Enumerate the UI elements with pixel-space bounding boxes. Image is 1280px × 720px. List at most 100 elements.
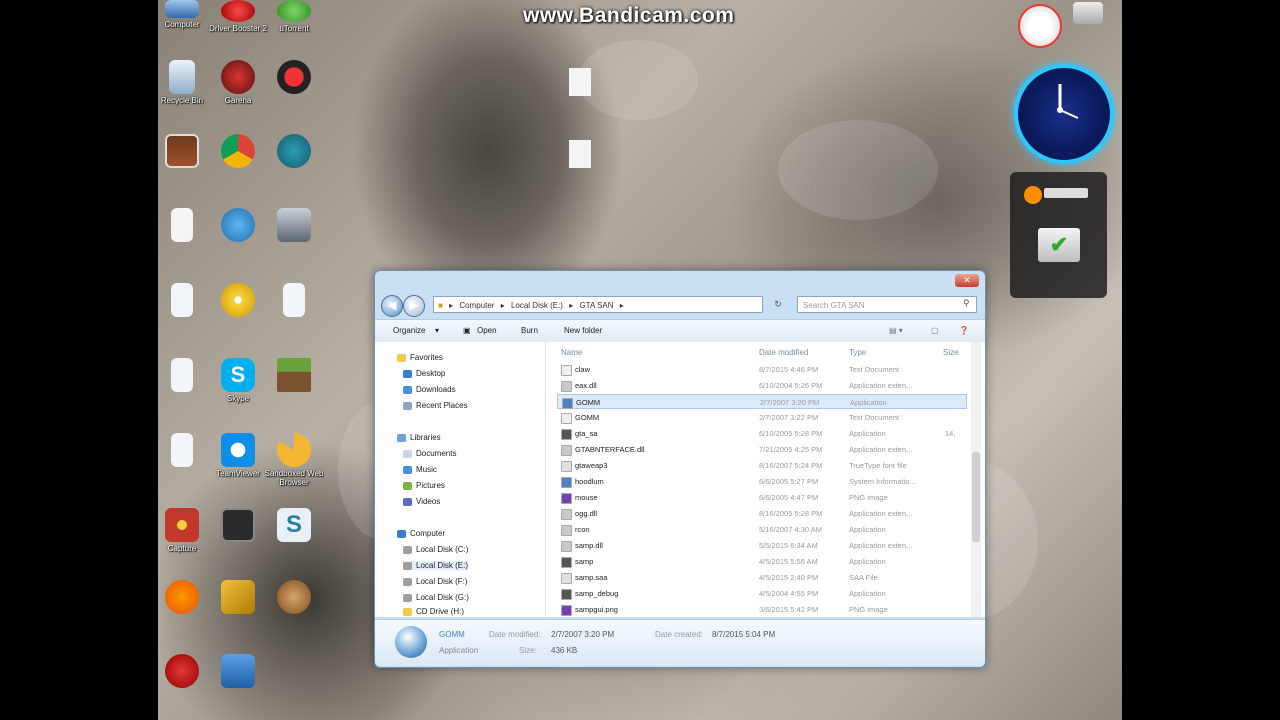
new-folder-button[interactable]: New folder — [564, 326, 602, 335]
nav-music[interactable]: Music — [403, 465, 437, 474]
nav-downloads[interactable]: Downloads — [403, 385, 456, 394]
column-header-name[interactable]: Name — [561, 348, 582, 357]
column-header-date[interactable]: Date modified — [759, 348, 808, 357]
nav-desktop[interactable]: Desktop — [403, 369, 445, 378]
forward-button[interactable]: ▶ — [403, 295, 425, 317]
desktop-icon-label — [152, 690, 212, 708]
close-button[interactable]: ✕ — [955, 274, 979, 287]
desktop-icon-tools[interactable] — [208, 580, 268, 634]
blank-icon[interactable] — [569, 140, 591, 168]
file-date: 6/10/2004 5:26 PM — [759, 381, 823, 390]
clock-gadget[interactable] — [1014, 64, 1114, 164]
file-row[interactable]: samp.dll 5/5/2015 6:34 AM Application exte… — [557, 538, 967, 553]
desktop-icon-capture[interactable]: Capture — [152, 508, 212, 562]
details-created-value: 8/7/2015 5:04 PM — [712, 630, 776, 639]
desktop-icon-gear-app[interactable] — [264, 134, 324, 188]
desktop-icon-ccleaner[interactable] — [152, 654, 212, 708]
nav-libraries[interactable]: Libraries — [397, 433, 441, 442]
breadcrumb-folder[interactable]: GTA SAN — [579, 301, 613, 310]
desktop-icon-chrome[interactable] — [208, 134, 268, 188]
desktop-icon-photo[interactable] — [152, 134, 212, 188]
desktop-icon-sandboxed-browser[interactable]: Sandboxed Web Browser — [264, 433, 324, 487]
desktop-icon-avast[interactable] — [152, 580, 212, 634]
desktop-icon-media[interactable] — [208, 208, 268, 262]
nav-drive-e[interactable]: Local Disk (E:) — [403, 561, 469, 570]
nav-drive-f[interactable]: Local Disk (F:) — [403, 577, 468, 586]
details-modified-value: 2/7/2007 3:20 PM — [551, 630, 615, 639]
desktop-icon-user[interactable] — [264, 580, 324, 634]
vertical-scrollbar[interactable] — [971, 342, 981, 617]
nav-drive-g[interactable]: Local Disk (G:) — [403, 593, 469, 602]
file-row[interactable]: claw 8/7/2015 4:46 PM Text Document — [557, 362, 967, 377]
desktop-icon-music-2[interactable] — [152, 358, 212, 412]
desktop-icon-music[interactable] — [152, 283, 212, 337]
file-row[interactable]: eax.dll 6/10/2004 5:26 PM Application exte… — [557, 378, 967, 393]
organize-button[interactable]: Organize — [393, 326, 425, 335]
file-row[interactable]: GOMM 2/7/2007 3:20 PM Application — [557, 394, 967, 409]
desktop-icon-computer[interactable]: Computer — [152, 0, 212, 38]
user-icon — [277, 580, 311, 614]
file-row[interactable]: gta_sa 6/10/2005 5:28 PM Application 14, — [557, 426, 967, 441]
file-row[interactable]: mouse 6/6/2005 4:47 PM PNG image — [557, 490, 967, 505]
blank-icon[interactable] — [569, 68, 591, 96]
nav-pictures[interactable]: Pictures — [403, 481, 445, 490]
desktop-icon-driver-booster[interactable]: Driver Booster 2 — [208, 0, 268, 42]
file-row[interactable]: ogg.dll 8/16/2005 5:28 PM Application exte… — [557, 506, 967, 521]
nav-recent-places[interactable]: Recent Places — [403, 401, 468, 410]
refresh-icon[interactable]: ↻ — [767, 296, 789, 313]
file-row[interactable]: gtaweap3 8/16/2007 5:24 PM TrueType font f… — [557, 458, 967, 473]
column-header-size[interactable]: Size — [943, 348, 959, 357]
desktop-icon-utorrent[interactable]: uTorrent — [264, 0, 324, 42]
view-icon[interactable]: ▤ ▾ — [889, 326, 903, 335]
nav-drive-c[interactable]: Local Disk (C:) — [403, 545, 468, 554]
file-icon — [561, 573, 572, 584]
nav-documents[interactable]: Documents — [403, 449, 456, 458]
search-input[interactable]: Search GTA SAN — [797, 296, 977, 313]
file-row[interactable]: rcon 5/16/2007 4:30 AM Application — [557, 522, 967, 537]
column-header-type[interactable]: Type — [849, 348, 866, 357]
desktop-icon-network[interactable] — [208, 654, 268, 708]
file-row[interactable]: hoodlum 6/6/2005 5:27 PM System Informatio… — [557, 474, 967, 489]
desktop-icon-music-3[interactable] — [152, 433, 212, 487]
file-row[interactable]: GOMM 2/7/2007 3:22 PM Text Document — [557, 410, 967, 425]
skype-icon: S — [221, 358, 255, 392]
address-bar[interactable]: ■ ▸ Computer ▸ Local Disk (E:) ▸ GTA SAN… — [433, 296, 763, 313]
avast-gadget[interactable]: ✔ — [1010, 172, 1107, 298]
title-bar[interactable]: ✕ — [375, 271, 985, 293]
open-button[interactable]: Open — [477, 326, 497, 335]
file-type: Application exten... — [849, 541, 913, 550]
desktop-icon-film[interactable] — [208, 508, 268, 562]
desktop-icon-recycle-bin[interactable]: Recycle Bin — [152, 60, 212, 114]
nav-computer[interactable]: Computer — [397, 529, 445, 538]
preview-pane-icon[interactable]: ▢ — [931, 326, 939, 335]
file-row[interactable]: GTABNTERFACE.dll 7/21/2005 4:25 PM Applica… — [557, 442, 967, 457]
breadcrumb-drive[interactable]: Local Disk (E:) — [511, 301, 563, 310]
nav-favorites[interactable]: Favorites — [397, 353, 443, 362]
desktop-icon-counter-strike[interactable] — [264, 208, 324, 262]
file-row[interactable]: samp 4/5/2015 5:56 AM Application — [557, 554, 967, 569]
file-row[interactable]: samp_debug 4/5/2004 4:55 PM Application — [557, 586, 967, 601]
desktop-icon-garena[interactable]: Garena — [208, 60, 268, 114]
nav-videos[interactable]: Videos — [403, 497, 440, 506]
nav-cd-drive[interactable]: CD Drive (H:) — [403, 607, 464, 616]
help-icon[interactable]: ❓ — [959, 326, 969, 335]
breadcrumb-computer[interactable]: Computer — [459, 301, 494, 310]
file-date: 4/5/2004 4:55 PM — [759, 589, 819, 598]
desktop-icon-shortcut[interactable] — [264, 283, 324, 337]
desktop-icon-s-app[interactable]: S — [264, 508, 324, 562]
desktop-icon-cd[interactable] — [208, 283, 268, 337]
desktop-icon-minecraft[interactable] — [264, 358, 324, 412]
gadget-top[interactable] — [1013, 0, 1108, 55]
explorer-window[interactable]: ✕ ◀ ▶ ■ ▸ Computer ▸ Local Disk (E:) ▸ G… — [374, 270, 986, 668]
desktop-icon-skype[interactable]: S Skype — [208, 358, 268, 412]
scrollbar-thumb[interactable] — [972, 452, 980, 542]
file-icon — [561, 605, 572, 616]
desktop-icon-document[interactable] — [152, 208, 212, 262]
gadget-controls[interactable] — [1016, 276, 1102, 286]
file-row[interactable]: samp.saa 4/5/2015 2:40 PM SAA File — [557, 570, 967, 585]
desktop-icon-app[interactable] — [264, 60, 324, 114]
file-row[interactable]: sampgui.png 3/6/2015 5:42 PM PNG image — [557, 602, 967, 617]
burn-button[interactable]: Burn — [521, 326, 538, 335]
desktop-icon-teamviewer[interactable]: TeamViewer — [208, 433, 268, 487]
back-button[interactable]: ◀ — [381, 295, 403, 317]
